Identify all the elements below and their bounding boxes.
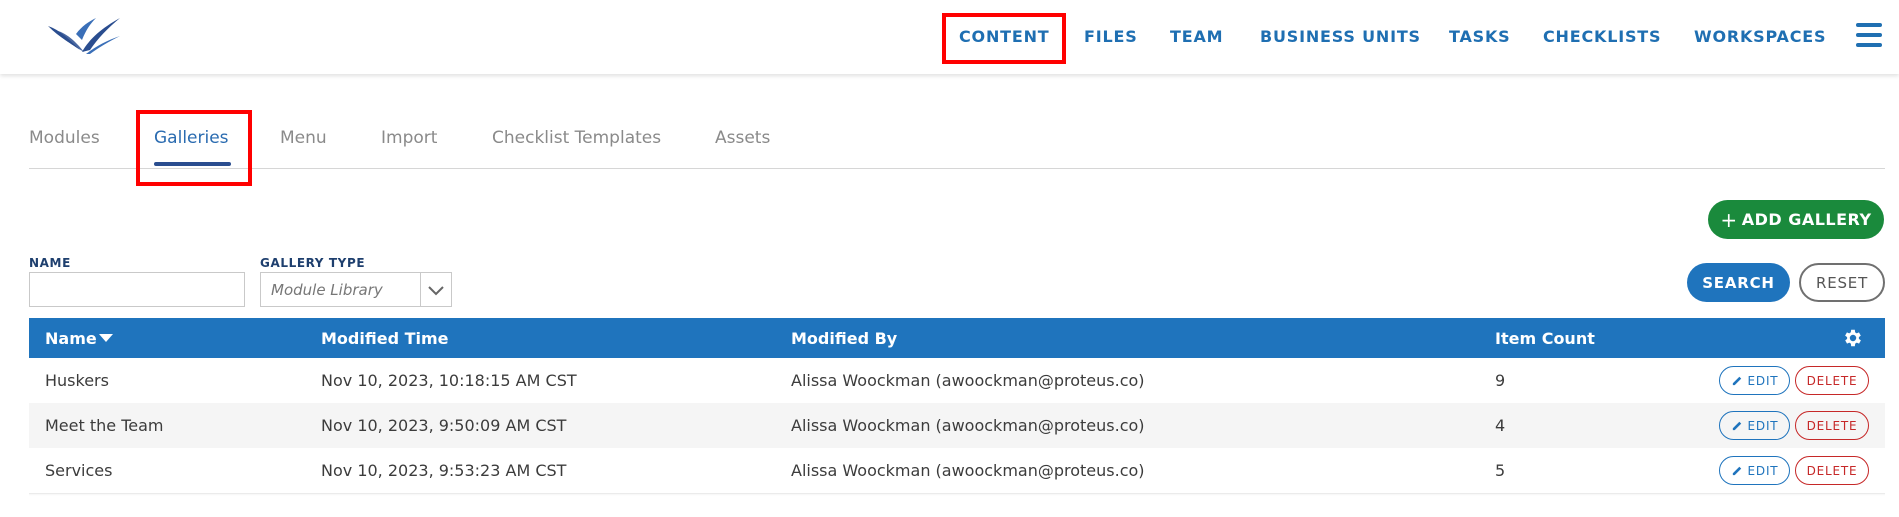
reset-button[interactable]: RESET: [1799, 263, 1885, 302]
name-filter-label: NAME: [29, 256, 71, 270]
pencil-icon: [1732, 466, 1741, 476]
delete-button[interactable]: DELETE: [1795, 366, 1869, 395]
column-header-item-count[interactable]: Item Count: [1495, 329, 1595, 348]
tab-assets[interactable]: Assets: [715, 128, 770, 148]
nav-business-units[interactable]: BUSINESS UNITS: [1260, 27, 1421, 46]
cell-name: Services: [45, 461, 113, 480]
select-divider: [420, 273, 421, 306]
add-gallery-label: ADD GALLERY: [1741, 210, 1872, 229]
pencil-icon: [1732, 421, 1741, 431]
edit-button[interactable]: EDIT: [1719, 366, 1790, 395]
table-row: Services Nov 10, 2023, 9:53:23 AM CST Al…: [29, 448, 1885, 493]
chevron-down-icon[interactable]: [425, 279, 447, 301]
content-tabs: Modules Galleries Menu Import Checklist …: [29, 110, 1885, 169]
sort-desc-icon[interactable]: [98, 334, 113, 342]
search-button[interactable]: SEARCH: [1687, 263, 1790, 302]
cell-modified-time: Nov 10, 2023, 10:18:15 AM CST: [321, 371, 577, 390]
edit-button[interactable]: EDIT: [1719, 456, 1790, 485]
table-bottom-shadow: [29, 493, 1885, 496]
edit-label: EDIT: [1747, 373, 1779, 388]
pencil-icon: [1732, 376, 1741, 386]
table-row: Meet the Team Nov 10, 2023, 9:50:09 AM C…: [29, 403, 1885, 448]
gear-icon[interactable]: [1842, 327, 1864, 349]
cell-modified-time: Nov 10, 2023, 9:53:23 AM CST: [321, 461, 567, 480]
hamburger-menu-icon[interactable]: [1856, 23, 1882, 47]
nav-checklists[interactable]: CHECKLISTS: [1543, 27, 1661, 46]
edit-label: EDIT: [1747, 463, 1779, 478]
cell-name: Huskers: [45, 371, 109, 390]
cell-modified-time: Nov 10, 2023, 9:50:09 AM CST: [321, 416, 567, 435]
galleries-table: Name Modified Time Modified By Item Coun…: [29, 318, 1885, 493]
add-gallery-button[interactable]: + ADD GALLERY: [1708, 200, 1884, 239]
tab-import[interactable]: Import: [381, 128, 437, 148]
cell-name: Meet the Team: [45, 416, 164, 435]
top-navigation-bar: CONTENT FILES TEAM BUSINESS UNITS TASKS …: [0, 0, 1899, 74]
bird-swoosh-logo-icon[interactable]: [46, 16, 122, 56]
nav-workspaces[interactable]: WORKSPACES: [1694, 27, 1826, 46]
tab-menu[interactable]: Menu: [280, 128, 327, 148]
name-filter-input[interactable]: [29, 272, 245, 307]
edit-label: EDIT: [1747, 418, 1779, 433]
gallery-type-select[interactable]: Module Library: [260, 272, 452, 307]
nav-tasks[interactable]: TASKS: [1449, 27, 1511, 46]
gallery-type-label: GALLERY TYPE: [260, 256, 366, 270]
column-header-modified-by[interactable]: Modified By: [791, 329, 897, 348]
tab-modules[interactable]: Modules: [29, 128, 100, 148]
cell-modified-by: Alissa Woockman (awoockman@proteus.co): [791, 371, 1145, 390]
cell-item-count: 5: [1495, 461, 1506, 480]
nav-content[interactable]: CONTENT: [959, 27, 1049, 46]
edit-button[interactable]: EDIT: [1719, 411, 1790, 440]
cell-item-count: 9: [1495, 371, 1506, 390]
nav-files[interactable]: FILES: [1084, 27, 1138, 46]
table-row: Huskers Nov 10, 2023, 10:18:15 AM CST Al…: [29, 358, 1885, 403]
column-header-modified-time[interactable]: Modified Time: [321, 329, 449, 348]
cell-modified-by: Alissa Woockman (awoockman@proteus.co): [791, 416, 1145, 435]
nav-team[interactable]: TEAM: [1170, 27, 1223, 46]
column-header-name-label: Name: [45, 329, 97, 348]
cell-modified-by: Alissa Woockman (awoockman@proteus.co): [791, 461, 1145, 480]
delete-button[interactable]: DELETE: [1795, 411, 1869, 440]
delete-button[interactable]: DELETE: [1795, 456, 1869, 485]
column-header-name[interactable]: Name: [45, 329, 113, 348]
gallery-type-value: Module Library: [271, 281, 383, 299]
plus-icon: +: [1720, 207, 1738, 232]
galleries-tab-highlight: [136, 110, 252, 186]
cell-item-count: 4: [1495, 416, 1506, 435]
tab-checklist-templates[interactable]: Checklist Templates: [492, 128, 661, 148]
table-header: Name Modified Time Modified By Item Coun…: [29, 318, 1885, 358]
